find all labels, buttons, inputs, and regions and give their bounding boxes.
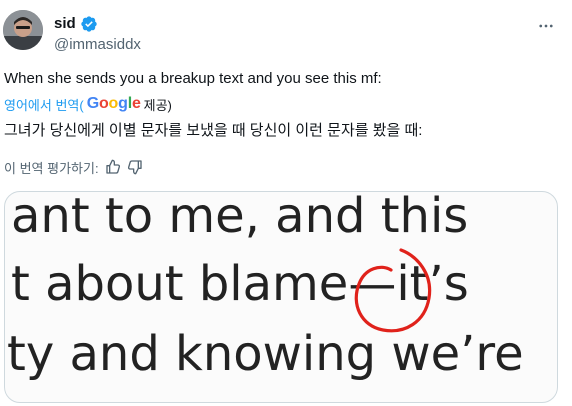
translation-provider-suffix: 제공) (143, 97, 172, 113)
author-name[interactable]: sid (54, 14, 76, 33)
tweet-text: When she sends you a breakup text and yo… (4, 70, 382, 87)
verified-badge-icon (80, 15, 98, 33)
translated-text: 그녀가 당신에게 이별 문자를 보냈을 때 당신이 이런 문자를 봤을 때: (4, 122, 423, 139)
translated-from-label[interactable]: 영어에서 번역( (4, 95, 84, 114)
media-text-line: ty and knowing we’re (7, 326, 524, 382)
thumbs-down-icon (127, 160, 142, 175)
tweet-media-image[interactable]: ant to me, and this t about blame—it’s t… (4, 191, 558, 403)
rate-translation-label: 이 번역 평가하기: (4, 160, 99, 176)
google-logo: Google (86, 95, 141, 112)
thumbs-down-button[interactable] (127, 159, 143, 175)
media-text-line: ant to me, and this (11, 191, 469, 244)
avatar-photo (3, 10, 43, 50)
red-circle-annotation (354, 248, 432, 333)
more-horizontal-icon (539, 24, 553, 28)
author-handle[interactable]: @immasiddx (54, 35, 558, 54)
thumbs-up-button[interactable] (105, 159, 121, 175)
avatar[interactable] (3, 10, 43, 50)
thumbs-up-icon (105, 159, 120, 174)
translation-attribution[interactable]: 영어에서 번역( Google 제공) (4, 94, 172, 114)
tweet-header: sid @immasiddx (54, 14, 558, 54)
rate-translation: 이 번역 평가하기: (4, 157, 143, 177)
more-options-button[interactable] (534, 16, 558, 36)
